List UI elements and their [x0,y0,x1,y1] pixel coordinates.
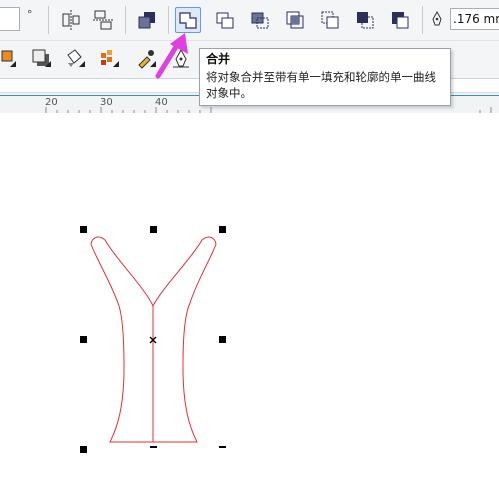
selection-handle[interactable] [219,446,226,448]
selection-handle[interactable] [80,226,87,233]
ruler-tick-label: 40 [155,97,168,108]
property-bar: ° .176 mm [0,0,499,41]
smart-fill-icon[interactable] [96,45,122,71]
outline-width-field[interactable]: .176 mm [450,8,499,30]
selection-handle[interactable] [80,336,87,343]
tooltip-title: 合并 [206,52,231,66]
drawing-canvas[interactable] [0,113,499,492]
pointer-arrow-icon [152,32,192,84]
combine-tooltip: 合并 将对象合并至带有单一填充和轮廓的单一曲线对象中。 [199,48,451,106]
align-distribute-icon[interactable] [58,7,84,33]
fill-icon[interactable] [0,45,20,71]
separator [168,6,169,34]
degree-symbol: ° [27,8,33,21]
ruler-tick-label: 20 [45,97,58,108]
tooltip-description: 将对象合并至带有单一填充和轮廓的单一曲线对象中。 [206,70,436,100]
front-minus-back-icon[interactable] [352,7,378,33]
separator [48,6,49,34]
distribute-icon[interactable] [90,7,116,33]
arrange-icon[interactable] [134,7,160,33]
selection-handle[interactable] [219,226,226,233]
y-shape-curve[interactable] [0,113,499,492]
combine-icon[interactable] [175,7,201,33]
selection-handle[interactable] [80,446,87,453]
selection-handle[interactable] [219,336,226,343]
selection-handle[interactable] [150,226,157,233]
ruler-tick-label: 30 [100,97,113,108]
trim-icon[interactable] [247,7,273,33]
intersect-icon[interactable] [282,7,308,33]
outline-pen-icon [431,10,443,31]
rotation-field[interactable] [0,7,20,31]
selection-handle[interactable] [150,446,157,448]
weld-icon[interactable] [212,7,238,33]
shadow-icon[interactable] [28,45,54,71]
separator [422,6,423,34]
bucket-fill-icon[interactable] [62,45,88,71]
separator [125,6,126,34]
simplify-icon[interactable] [317,7,343,33]
back-minus-front-icon[interactable] [387,7,413,33]
